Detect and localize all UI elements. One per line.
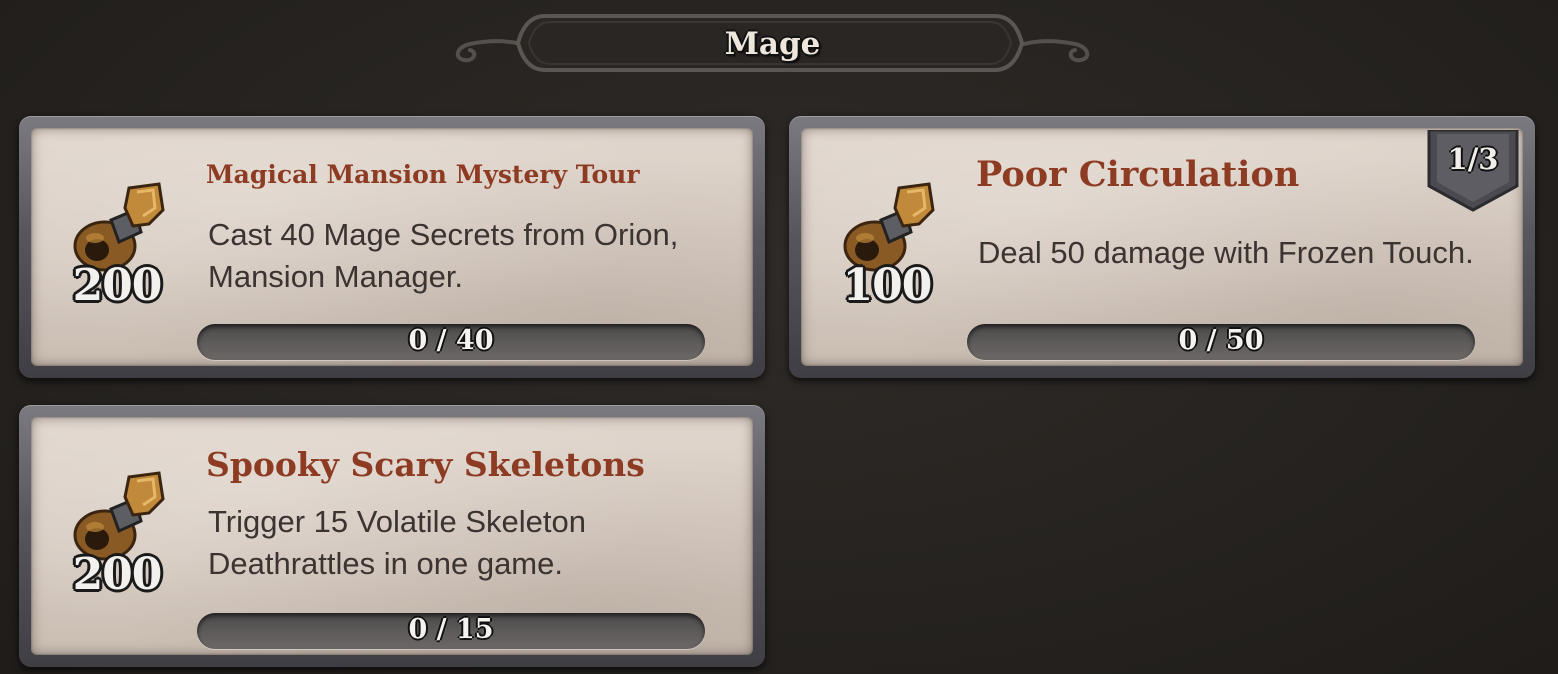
quest-title: Poor Circulation xyxy=(976,154,1300,195)
quest-step-text: 1/3 xyxy=(1447,142,1499,176)
quest-progress-bar: 0 / 40 xyxy=(197,324,705,360)
quest-card[interactable]: Spooky Scary Skeletons Trigger 15 Volati… xyxy=(19,405,765,667)
quest-card[interactable]: Poor Circulation Deal 50 damage with Fro… xyxy=(789,116,1535,378)
quest-card[interactable]: Magical Mansion Mystery Tour Cast 40 Mag… xyxy=(19,116,765,378)
quest-progress-text: 0 / 40 xyxy=(408,325,494,356)
quest-reward: 200 xyxy=(53,469,183,609)
quest-description: Cast 40 Mage Secrets from Orion, Mansion… xyxy=(208,217,679,294)
class-title: Mage xyxy=(724,26,821,62)
reward-amount: 200 xyxy=(72,260,163,311)
quest-title: Magical Mansion Mystery Tour xyxy=(206,160,640,189)
quest-title: Spooky Scary Skeletons xyxy=(206,445,645,484)
class-header: Mage xyxy=(450,8,1095,78)
quest-reward: 100 xyxy=(823,180,953,320)
quest-progress-text: 0 / 15 xyxy=(408,614,494,645)
reward-amount: 100 xyxy=(842,260,933,311)
quest-progress-bar: 0 / 50 xyxy=(967,324,1475,360)
quest-reward: 200 xyxy=(53,180,183,320)
quest-description: Trigger 15 Volatile Skeleton Deathrattle… xyxy=(208,504,586,581)
reward-amount: 200 xyxy=(72,549,163,600)
quest-description: Deal 50 damage with Frozen Touch. xyxy=(978,235,1474,270)
quest-progress-text: 0 / 50 xyxy=(1178,325,1264,356)
quest-step-badge: 1/3 xyxy=(1425,130,1521,212)
quest-progress-bar: 0 / 15 xyxy=(197,613,705,649)
